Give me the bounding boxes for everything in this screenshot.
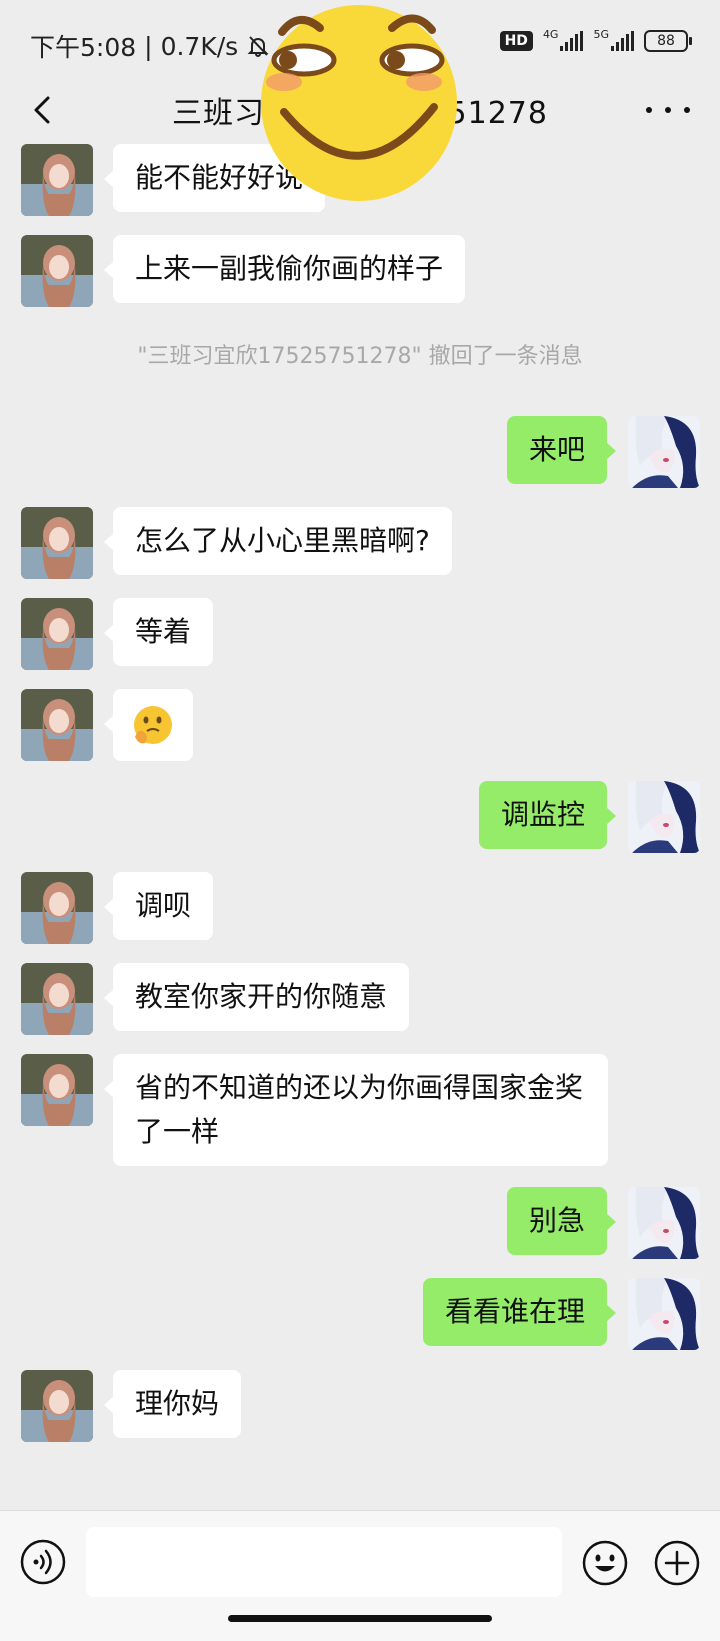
more-dot <box>646 107 652 113</box>
message-bubble-emoji[interactable] <box>104 689 193 761</box>
message-bubble[interactable]: 上来一副我偷你画的样子 <box>103 235 466 303</box>
message-bubble[interactable]: 教室你家开的你随意 <box>103 963 410 1031</box>
signal-4g: 4G <box>542 28 584 51</box>
voice-button[interactable] <box>20 1539 66 1585</box>
plus-circle-icon <box>654 1540 700 1586</box>
signal-5g: 5G <box>593 28 634 51</box>
avatar-image <box>21 872 93 944</box>
status-right: HD 4G 5G 88 <box>499 28 692 52</box>
avatar[interactable] <box>628 416 700 488</box>
avatar[interactable] <box>21 689 93 761</box>
message-input[interactable] <box>86 1527 562 1597</box>
plus-button[interactable] <box>653 1539 701 1587</box>
net-label-5g: 5G <box>593 28 609 41</box>
avatar[interactable] <box>21 507 93 579</box>
system-message: "三班习宜欣17525751278" 撤回了一条消息 <box>137 344 583 369</box>
signal-bars-icon <box>611 31 634 51</box>
voice-icon <box>20 1539 66 1585</box>
avatar-image <box>21 235 93 307</box>
smirk-face-emoji <box>254 2 464 204</box>
avatar-image <box>628 416 700 488</box>
message-bubble[interactable]: 调监控 <box>478 781 617 849</box>
status-time: 下午5:08 <box>30 33 137 62</box>
signal-bars-icon <box>560 31 584 51</box>
battery-icon: 88 <box>644 30 692 52</box>
avatar[interactable] <box>628 1187 700 1259</box>
avatar[interactable] <box>628 781 700 853</box>
avatar-image <box>21 1054 93 1126</box>
avatar-image <box>21 963 93 1035</box>
message-bubble[interactable]: 怎么了从小心里黑暗啊? <box>104 507 452 575</box>
more-button[interactable] <box>646 92 690 128</box>
net-label-4g: 4G <box>542 28 559 41</box>
message-bubble[interactable]: 理你妈 <box>103 1370 242 1438</box>
avatar[interactable] <box>21 872 93 944</box>
message-bubble[interactable]: 别急 <box>506 1187 617 1255</box>
avatar-image <box>21 144 93 216</box>
hd-badge: HD <box>499 31 533 51</box>
emoji-smile-icon <box>582 1540 628 1586</box>
message-bubble[interactable]: 来吧 <box>506 416 617 484</box>
status-divider: | <box>144 31 153 61</box>
avatar-image <box>21 598 93 670</box>
thinking-face-emoji <box>134 706 172 744</box>
avatar[interactable] <box>21 1370 93 1442</box>
avatar[interactable] <box>21 598 93 670</box>
message-bubble[interactable]: 看看谁在理 <box>422 1278 617 1346</box>
more-dot <box>684 107 690 113</box>
avatar[interactable] <box>628 1278 700 1350</box>
message-bubble[interactable]: 省的不知道的还以为你画得国家金奖了一样 <box>104 1054 608 1166</box>
avatar-image <box>628 1187 700 1259</box>
home-indicator[interactable] <box>228 1615 492 1622</box>
avatar-image <box>628 1278 700 1350</box>
avatar-image <box>628 781 700 853</box>
avatar-image <box>21 1370 93 1442</box>
message-bubble[interactable]: 调呗 <box>103 872 214 940</box>
avatar-image <box>21 507 93 579</box>
avatar[interactable] <box>21 144 93 216</box>
avatar-image <box>21 689 93 761</box>
more-dot <box>665 107 671 113</box>
status-speed: 0.7K/s <box>160 31 239 61</box>
avatar[interactable] <box>21 1054 93 1126</box>
emoji-button[interactable] <box>581 1539 629 1587</box>
status-left: 下午5:08 | 0.7K/s <box>30 28 270 64</box>
chat-messages[interactable]: 能不能好好说 上来一副我偷你画的样子 "三班习宜欣17525751278" 撤回… <box>0 144 720 1510</box>
avatar[interactable] <box>21 963 93 1035</box>
message-bubble[interactable]: 等着 <box>103 598 214 666</box>
avatar[interactable] <box>21 235 93 307</box>
